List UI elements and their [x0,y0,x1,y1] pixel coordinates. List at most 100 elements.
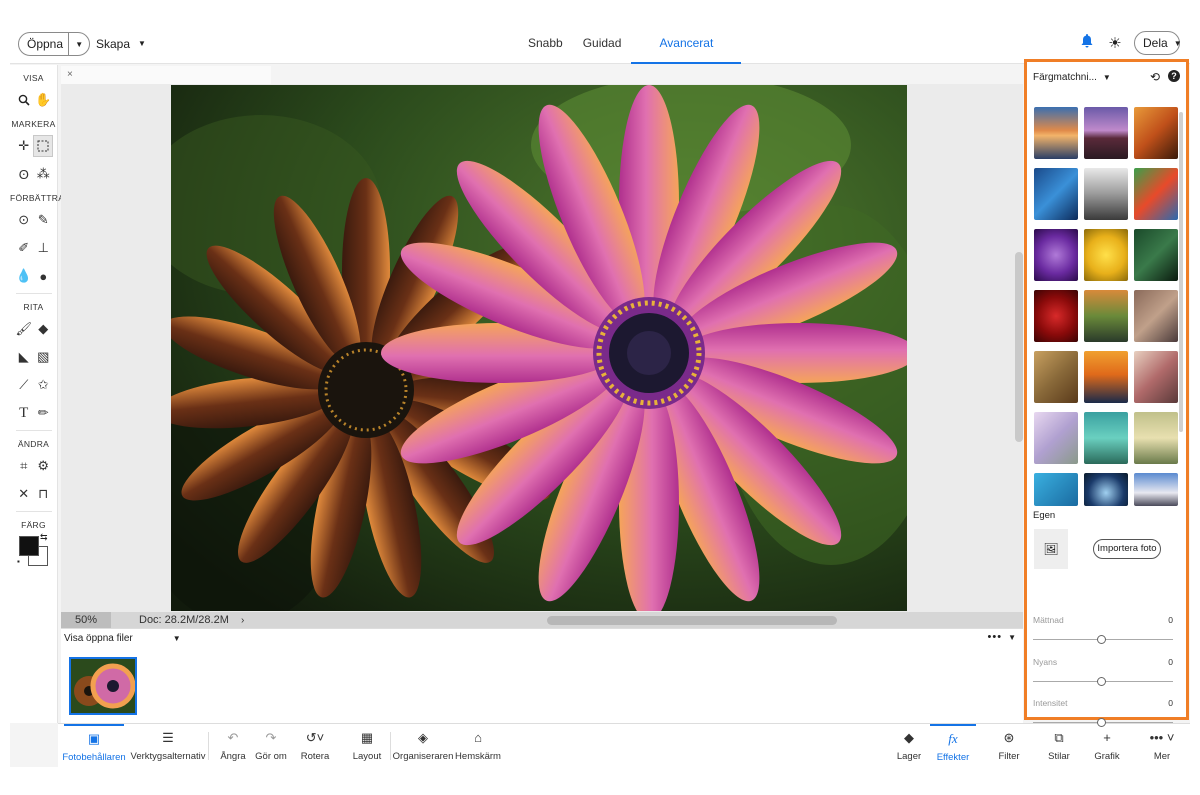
canvas-horizontal-scrollbar[interactable] [547,616,837,625]
preset-thumbnail[interactable] [1084,412,1128,464]
preset-thumbnail[interactable] [1084,351,1128,403]
slider-track[interactable] [1033,635,1173,644]
import-photo-button[interactable]: Importera foto [1093,539,1161,559]
open-file-thumbnail[interactable] [69,657,137,715]
canvas-area[interactable] [61,84,1023,612]
layers-button[interactable]: ◆ Lager [896,724,922,768]
rotate-button[interactable]: ↺˅ Rotera [298,724,332,768]
bin-more-menu[interactable]: ••• ▼ [988,631,1017,643]
preset-thumbnail[interactable] [1134,290,1178,342]
create-menu[interactable]: Skapa ▼ [96,37,146,51]
preset-thumbnail[interactable] [1034,290,1078,342]
preset-thumbnail[interactable] [1034,412,1078,464]
recompose-tool-icon[interactable]: ⚙ [34,455,54,477]
eraser-tool-icon[interactable]: ◆ [34,318,54,340]
close-icon[interactable]: × [67,69,73,80]
gradient-tool-icon[interactable]: ▧ [34,346,54,368]
clone-stamp-icon[interactable]: ⊥ [34,237,54,259]
type-tool-icon[interactable]: T [14,402,34,424]
filter-button[interactable]: ⊛ Filter [996,724,1022,768]
slider-track[interactable] [1033,677,1173,686]
marquee-tool-icon[interactable] [33,135,53,157]
preset-thumbnail[interactable] [1134,412,1178,464]
eyedropper-icon[interactable]: ⟋ [14,374,34,396]
crop-tool-icon[interactable]: ⌗ [14,455,34,477]
photo-canvas[interactable] [171,85,907,611]
open-button[interactable]: Öppna ▼ [18,32,90,56]
hand-tool-icon[interactable]: ✋ [34,89,54,111]
preset-thumbnail[interactable] [1034,473,1078,506]
home-screen-button[interactable]: ⌂ Hemskärm [455,724,501,768]
preset-thumbnail[interactable] [1084,168,1128,220]
add-image-icon[interactable]: 🖼 [1034,529,1068,569]
graphics-label: Grafik [1094,750,1120,762]
lasso-tool-icon[interactable]: ʘ [14,163,34,185]
paint-bucket-icon[interactable]: ◣ [14,346,34,368]
graphics-button[interactable]: + Grafik [1094,724,1120,768]
preset-thumbnail[interactable] [1134,107,1178,159]
bell-icon[interactable] [1078,34,1096,52]
styles-button[interactable]: ⧉ Stilar [1046,724,1072,768]
organizer-button[interactable]: ◈ Organiseraren [393,724,454,768]
preset-thumbnail[interactable] [1134,351,1178,403]
straighten-tool-icon[interactable]: ⊓ [34,483,54,505]
preset-thumbnail[interactable] [1034,107,1078,159]
zoom-tool-icon[interactable] [14,89,34,111]
slider-handle[interactable] [1097,677,1106,686]
default-colors-icon[interactable]: ▪ [17,557,20,566]
section-color: FÄRG [21,520,46,530]
saturation-slider[interactable]: Mättnad 0 [1033,615,1173,644]
panel-scrollbar[interactable] [1179,112,1183,432]
bin-header[interactable]: Visa öppna filer ▼ [61,629,1023,647]
slider-handle[interactable] [1097,635,1106,644]
chevron-right-icon[interactable]: › [241,615,261,626]
sponge-tool-icon[interactable]: ● [34,265,54,287]
preset-thumbnail[interactable] [1134,473,1178,506]
help-icon[interactable]: ? [1168,70,1180,82]
chevron-down-icon[interactable]: ▼ [69,40,89,49]
preset-thumbnail[interactable] [1034,351,1078,403]
tab-quick[interactable]: Snabb [518,22,573,64]
red-eye-tool-icon[interactable]: ⊙ [14,209,34,231]
smart-brush-icon[interactable]: ✐ [14,237,34,259]
blur-tool-icon[interactable]: 💧 [14,265,34,287]
content-aware-move-icon[interactable]: ✕ [14,483,34,505]
preset-thumbnail[interactable] [1084,229,1128,281]
preset-thumbnail[interactable] [1034,168,1078,220]
reset-icon[interactable]: ⟲ [1150,70,1160,84]
brush-tool-icon[interactable]: 🖌 [14,318,34,340]
redo-button[interactable]: ↷ Gör om [254,724,288,768]
swap-colors-icon[interactable]: ⇆ [40,532,48,543]
foreground-color-swatch[interactable] [19,536,39,556]
tab-guided[interactable]: Guidad [573,22,632,64]
intensity-slider[interactable]: Intensitet 0 [1033,698,1173,727]
preset-thumbnail[interactable] [1134,229,1178,281]
zoom-level[interactable]: 50% [61,612,111,628]
pencil-tool-icon[interactable]: ✏ [34,402,54,424]
canvas-vertical-scrollbar[interactable] [1015,252,1023,442]
preset-thumbnail[interactable] [1084,473,1128,506]
preset-thumbnail[interactable] [1134,168,1178,220]
layout-button[interactable]: ▦ Layout [350,724,384,768]
effects-button[interactable]: fx Effekter [930,724,976,768]
tool-options-button[interactable]: ☰ Verktygsalternativ [131,724,206,768]
healing-brush-icon[interactable]: ✎ [34,209,54,231]
photo-bin-button[interactable]: ▣ Fotobehållaren [62,724,126,768]
quick-select-tool-icon[interactable]: ⁂ [34,163,54,185]
preset-thumbnail[interactable] [1084,107,1128,159]
hue-slider[interactable]: Nyans 0 [1033,657,1173,686]
preset-thumbnail[interactable] [1034,229,1078,281]
slider-handle[interactable] [1097,718,1106,727]
chevron-down-icon: ▼ [172,633,181,643]
brightness-icon[interactable]: ☀ [1106,34,1124,52]
preset-thumbnail[interactable] [1084,290,1128,342]
create-label: Skapa [96,37,131,51]
tab-expert[interactable]: Avancerat [631,22,742,64]
share-button[interactable]: Dela ▼ [1134,31,1182,55]
more-button[interactable]: ••• ˅ Mer [1142,724,1182,768]
move-tool-icon[interactable]: ✛ [14,135,33,157]
custom-shape-icon[interactable]: ✩ [34,374,54,396]
document-tab[interactable]: × [61,66,271,84]
undo-button[interactable]: ↶ Ångra [216,724,250,768]
slider-track[interactable] [1033,718,1173,727]
